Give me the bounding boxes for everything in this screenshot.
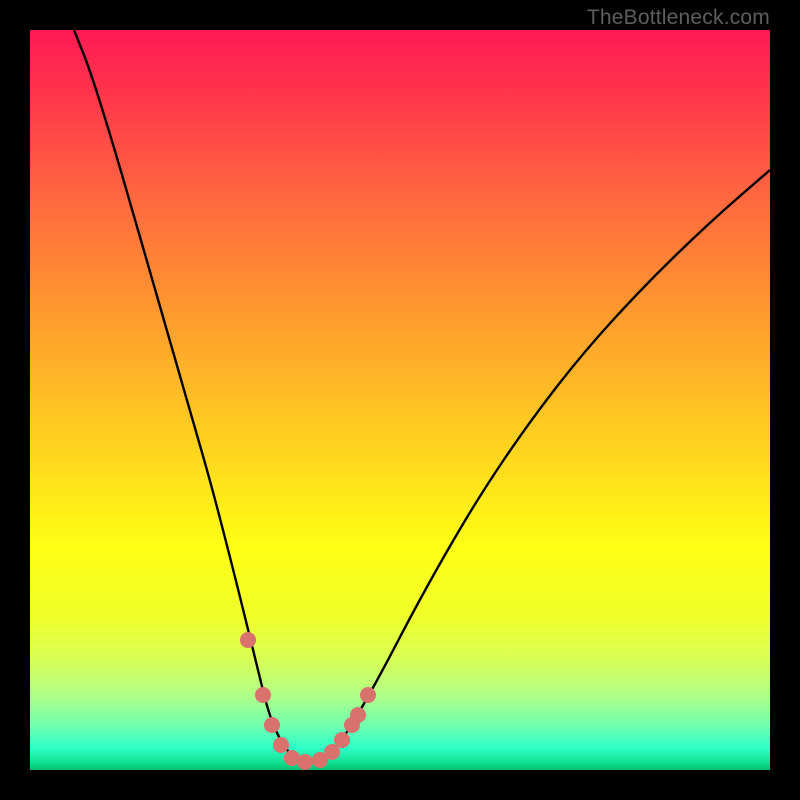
chart-container: TheBottleneck.com — [0, 0, 800, 800]
data-marker — [264, 717, 280, 733]
curve-svg — [30, 30, 770, 770]
data-marker — [350, 707, 366, 723]
right-curve — [308, 170, 770, 762]
data-marker — [273, 737, 289, 753]
data-marker — [360, 687, 376, 703]
data-marker — [240, 632, 256, 648]
plot-area — [30, 30, 770, 770]
watermark-text: TheBottleneck.com — [587, 6, 770, 30]
data-marker — [297, 754, 313, 770]
data-marker — [334, 732, 350, 748]
left-curve — [74, 30, 308, 762]
marker-group — [240, 632, 376, 770]
data-marker — [255, 687, 271, 703]
